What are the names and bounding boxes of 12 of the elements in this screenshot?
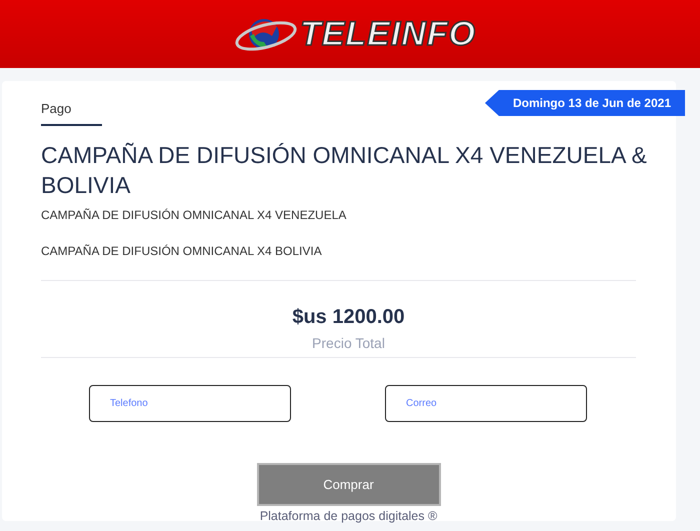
item-description: CAMPAÑA DE DIFUSIÓN OMNICANAL X4 BOLIVIA <box>41 244 323 258</box>
tab[interactable]: Pago <box>41 101 102 126</box>
price-amount: $us 1200.00 <box>291 306 406 329</box>
input-field[interactable]: Telefono <box>89 385 291 422</box>
buy-button[interactable]: Comprar <box>256 463 440 506</box>
item-description: CAMPAÑA DE DIFUSIÓN OMNICANAL X4 VENEZUELA <box>41 208 348 222</box>
footer-text: Plataforma de pagos digitales ® <box>258 509 438 523</box>
logo-text: TELEINFO <box>300 14 476 54</box>
input-field[interactable]: Correo <box>385 385 587 422</box>
product-title: CAMPAÑA DE DIFUSIÓN OMNICANAL X4 VENEZUELA & BOLIVIA <box>41 141 648 200</box>
date-ribbon: Domingo 13 de Jun de 2021 <box>484 90 685 116</box>
price-label: Precio Total <box>311 335 386 351</box>
